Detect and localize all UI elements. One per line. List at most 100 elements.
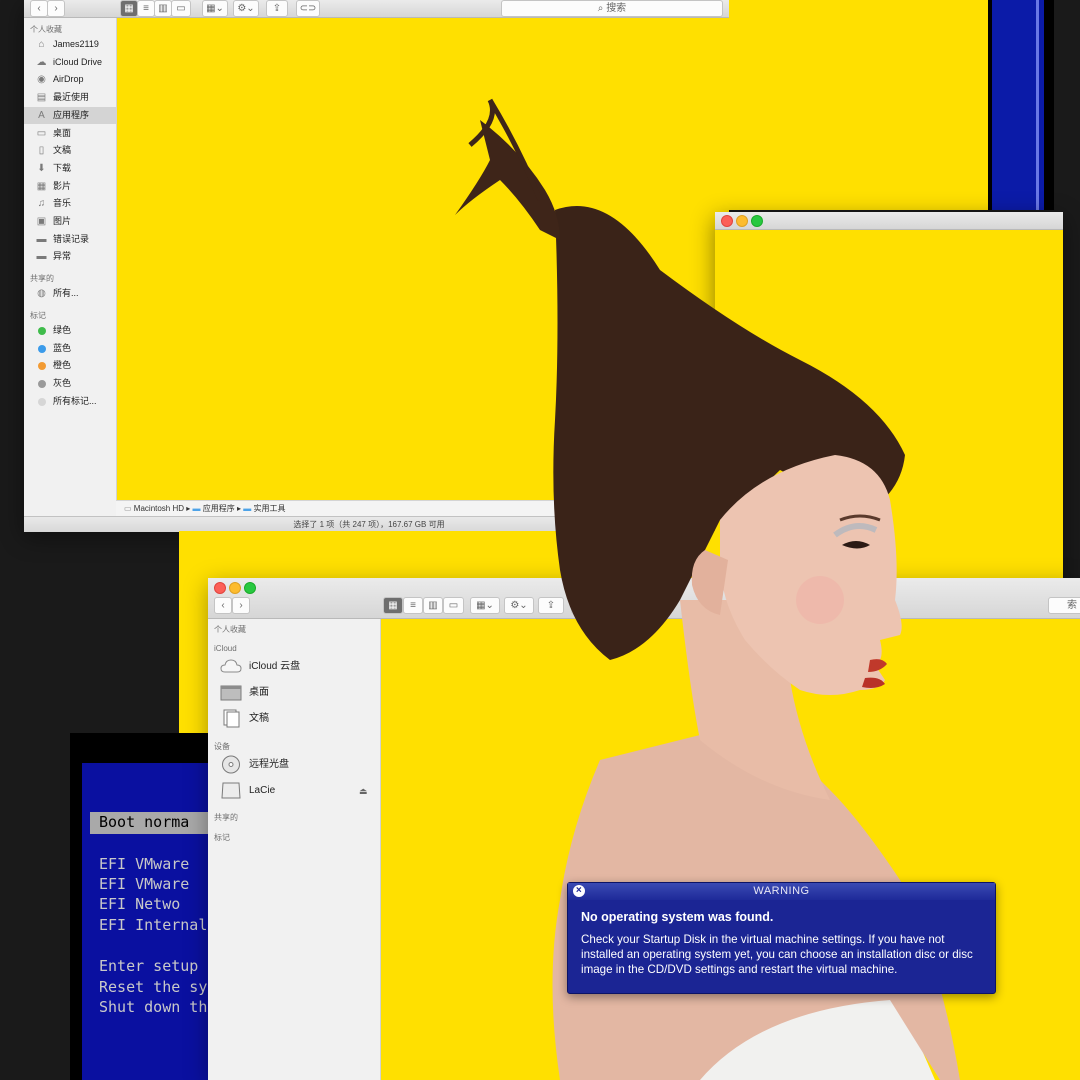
back-button[interactable]: ‹ bbox=[30, 0, 48, 17]
tag-button[interactable]: ⊂⊃ bbox=[296, 0, 320, 17]
boot-option[interactable]: EFI Netwo bbox=[99, 895, 180, 913]
zoom-button[interactable] bbox=[751, 215, 763, 227]
sidebar-item-9[interactable]: ♫ 音乐 bbox=[24, 195, 116, 212]
search-placeholder: 搜索 bbox=[606, 3, 627, 14]
sidebar-item-label: 文稿 bbox=[53, 145, 72, 156]
share-button[interactable]: ⇪ bbox=[266, 0, 288, 17]
movies-icon: ▦ bbox=[36, 180, 47, 192]
network-icon: ◍ bbox=[37, 288, 46, 299]
search-placeholder-fragment: 索 bbox=[1067, 600, 1077, 611]
tag-color-dot-icon bbox=[38, 327, 46, 335]
sidebar-item-2[interactable]: ◉ AirDrop bbox=[24, 71, 116, 88]
sidebar-item-documents[interactable]: 文稿 bbox=[208, 706, 380, 732]
sidebar-item-7[interactable]: ⬇ 下载 bbox=[24, 160, 116, 177]
sidebar-item-icloud-drive[interactable]: iCloud 云盘 bbox=[208, 654, 380, 680]
search-field[interactable]: 索 bbox=[1048, 597, 1080, 614]
gallery-view-button[interactable]: ▭ bbox=[443, 597, 464, 614]
sidebar-item-5[interactable]: ▭ 桌面 bbox=[24, 125, 116, 142]
sidebar-item-11[interactable]: ▬ 错误记录 bbox=[24, 231, 116, 248]
finder-window-top: ‹ › ▦ ≡ ▥ ▭ ▦⌄ ⚙⌄ ⇪ ⊂⊃ ⌕ 搜索 个人收藏 ⌂ James2… bbox=[24, 0, 729, 532]
sidebar-item-lacie[interactable]: LaCie ⏏ bbox=[208, 778, 380, 804]
sidebar-item-3[interactable]: ▤ 最近使用 bbox=[24, 89, 116, 106]
boot-action[interactable]: Reset the sys bbox=[99, 978, 216, 996]
back-button[interactable]: ‹ bbox=[214, 597, 232, 614]
desktop-icon bbox=[220, 685, 242, 701]
sidebar-item-label: 图片 bbox=[53, 216, 72, 226]
column-view-button[interactable]: ▥ bbox=[154, 0, 172, 17]
warning-title-bar: × WARNING bbox=[568, 883, 995, 900]
sidebar-tag-label: 橙色 bbox=[53, 360, 72, 371]
close-button[interactable] bbox=[721, 215, 733, 227]
sidebar-item-10[interactable]: ▣ 图片 bbox=[24, 213, 116, 230]
boot-action[interactable]: Enter setup bbox=[99, 957, 198, 975]
sidebar-item-label: 异常 bbox=[53, 251, 72, 262]
sidebar-tag-0[interactable]: 绿色 bbox=[24, 322, 116, 339]
sidebar-item-0[interactable]: ⌂ James2119 bbox=[24, 36, 116, 53]
slider-knob[interactable] bbox=[672, 521, 681, 530]
list-view-button[interactable]: ≡ bbox=[137, 0, 155, 17]
action-gear-button[interactable]: ⚙⌄ bbox=[504, 597, 534, 614]
close-button[interactable] bbox=[214, 582, 226, 594]
zoom-button[interactable] bbox=[244, 582, 256, 594]
warning-message: Check your Startup Disk in the virtual m… bbox=[581, 933, 973, 976]
forward-button[interactable]: › bbox=[232, 597, 250, 614]
sidebar-tag-1[interactable]: 蓝色 bbox=[24, 340, 116, 357]
group-button[interactable]: ▦⌄ bbox=[470, 597, 500, 614]
forward-button[interactable]: › bbox=[47, 0, 65, 17]
sidebar-item-12[interactable]: ▬ 异常 bbox=[24, 248, 116, 265]
home-icon: ⌂ bbox=[38, 39, 45, 50]
list-view-button[interactable]: ≡ bbox=[403, 597, 423, 614]
icon-size-slider[interactable] bbox=[662, 521, 712, 530]
sidebar-item-all-shared[interactable]: ◍ 所有... bbox=[24, 285, 116, 302]
finder-sidebar: 个人收藏 ⌂ James2119 ☁ iCloud Drive ◉ AirDrop ▤ 最近使… bbox=[24, 18, 117, 516]
sidebar-item-8[interactable]: ▦ 影片 bbox=[24, 178, 116, 195]
search-field[interactable]: ⌕ 搜索 bbox=[501, 0, 723, 17]
download-icon: ⬇ bbox=[37, 162, 46, 174]
sidebar-item-6[interactable]: ▯ 文稿 bbox=[24, 142, 116, 159]
path-item-utilities[interactable]: 实用工具 bbox=[253, 504, 285, 513]
airdrop-icon: ◉ bbox=[37, 74, 46, 86]
tag-color-dot-icon bbox=[38, 344, 46, 353]
path-bar: ▭ Macintosh HD ▸ ▬ 应用程序 ▸ ▬ 实用工具 bbox=[116, 500, 714, 517]
gallery-view-button[interactable]: ▭ bbox=[171, 0, 191, 17]
icloud-header: iCloud bbox=[214, 644, 237, 653]
sidebar-tag-3[interactable]: 灰色 bbox=[24, 375, 116, 392]
boot-option[interactable]: EFI VMware bbox=[99, 875, 189, 893]
action-gear-button[interactable]: ⚙⌄ bbox=[233, 0, 259, 17]
shared-header: 共享的 bbox=[30, 274, 54, 283]
boot-option[interactable]: EFI Internal bbox=[99, 916, 207, 934]
boot-menu-selected-label: Boot norma bbox=[99, 813, 190, 831]
path-item-root[interactable]: Macintosh HD bbox=[134, 504, 184, 513]
sidebar-item-1[interactable]: ☁ iCloud Drive bbox=[24, 54, 116, 71]
boot-option[interactable]: EFI VMware bbox=[99, 855, 189, 873]
column-view-button[interactable]: ▥ bbox=[423, 597, 443, 614]
gear-icon: ⚙ bbox=[237, 3, 247, 14]
sidebar-tag-4[interactable]: 所有标记... bbox=[24, 393, 116, 410]
icon-view-button[interactable]: ▦ bbox=[383, 597, 403, 614]
cloud-icon bbox=[220, 659, 242, 673]
sidebar-item-desktop[interactable]: 桌面 bbox=[208, 680, 380, 706]
shared-header: 共享的 bbox=[214, 813, 238, 822]
music-icon: ♫ bbox=[37, 198, 46, 210]
path-item-applications[interactable]: 应用程序 bbox=[203, 504, 235, 513]
sidebar-item-label: 应用程序 bbox=[53, 109, 90, 120]
tag-button[interactable]: ⊂⊃ bbox=[571, 597, 599, 614]
eject-icon[interactable]: ⏏ bbox=[359, 778, 368, 804]
close-icon[interactable]: × bbox=[573, 885, 585, 897]
sidebar-item-4[interactable]: A 应用程序 bbox=[24, 106, 116, 124]
group-button[interactable]: ▦⌄ bbox=[202, 0, 228, 17]
documents-icon bbox=[223, 709, 240, 728]
drive-icon: ▭ bbox=[124, 504, 132, 513]
sidebar-tag-2[interactable]: 橙色 bbox=[24, 357, 116, 374]
documents-icon: ▯ bbox=[38, 145, 45, 157]
minimize-button[interactable] bbox=[736, 215, 748, 227]
finder-window-bottom: ‹ › ▦ ≡ ▥ ▭ ▦⌄ ⚙⌄ ⇪ ⊂⊃ 索 个人收藏 iCloud iCl… bbox=[208, 578, 1080, 1080]
sidebar-item-remote-disc[interactable]: 远程光盘 bbox=[208, 752, 380, 778]
folder-icon: ▬ bbox=[243, 504, 252, 513]
share-button[interactable]: ⇪ bbox=[538, 597, 564, 614]
minimize-button[interactable] bbox=[229, 582, 241, 594]
sidebar-tag-label: 蓝色 bbox=[53, 342, 72, 353]
finder-toolbar: ‹ › ▦ ≡ ▥ ▭ ▦⌄ ⚙⌄ ⇪ ⊂⊃ 索 bbox=[208, 578, 1080, 619]
icon-view-button[interactable]: ▦ bbox=[120, 0, 138, 17]
boot-action[interactable]: Shut down the bbox=[99, 998, 216, 1016]
